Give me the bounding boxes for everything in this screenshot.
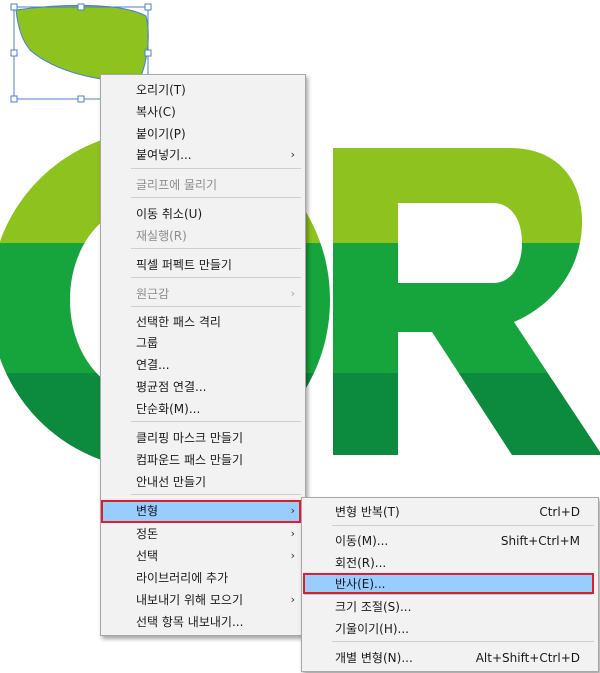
- menu-item-label: 평균점 연결...: [136, 380, 207, 394]
- menu-item-23[interactable]: 선택 항목 내보내기...: [101, 611, 305, 633]
- menu-item-6[interactable]: 이동 취소(U): [101, 203, 305, 225]
- submenu-item-2[interactable]: 이동(M)... Shift+Ctrl+M: [302, 530, 598, 552]
- submenu-item-label: 크기 조절(S)...: [335, 600, 412, 614]
- context-menu: 오리기(T) 복사(C) 붙이기(P) 붙여넣기... › 글리프에 물리기이동 취소(U…: [100, 74, 306, 636]
- menu-item-label: 원근감: [136, 287, 170, 301]
- submenu-item-7[interactable]: 개별 변형(N)... Alt+Shift+Ctrl+D: [302, 647, 598, 669]
- menu-item-label: 클리핑 마스크 만들기: [136, 431, 243, 445]
- menu-item-2[interactable]: 복사(C): [101, 101, 305, 123]
- menu-item-label: 오리기(T): [136, 83, 186, 97]
- menu-item-15[interactable]: 클리핑 마스크 만들기: [101, 427, 305, 449]
- selection-handle[interactable]: [144, 49, 152, 57]
- menu-item-10[interactable]: 선택한 패스 격리: [101, 311, 305, 333]
- transform-submenu: 변형 반복(T) Ctrl+D 이동(M)... Shift+Ctrl+M 회전(R).…: [301, 497, 599, 672]
- submenu-item-label: 변형 반복(T): [335, 505, 400, 519]
- menu-separator: [332, 641, 594, 642]
- submenu-item-shortcut: Alt+Shift+Ctrl+D: [475, 651, 580, 665]
- menu-item-label: 선택한 패스 격리: [136, 315, 221, 329]
- menu-item-label: 안내선 만들기: [136, 475, 207, 489]
- menu-item-label: 선택: [136, 549, 159, 563]
- menu-separator: [131, 306, 301, 307]
- menu-separator: [131, 277, 301, 278]
- menu-item-label: 글리프에 물리기: [136, 178, 218, 192]
- menu-item-20[interactable]: 선택 ›: [101, 545, 305, 567]
- menu-item-3[interactable]: 붙이기(P): [101, 123, 305, 145]
- selection-handle[interactable]: [144, 3, 152, 11]
- menu-item-label: 붙여넣기...: [136, 148, 192, 162]
- chevron-right-icon: ›: [290, 527, 295, 540]
- submenu-item-shortcut: Shift+Ctrl+M: [500, 534, 580, 548]
- menu-item-16[interactable]: 컴파운드 패스 만들기: [101, 449, 305, 471]
- menu-item-label: 그룹: [136, 336, 159, 350]
- chevron-right-icon: ›: [290, 148, 295, 161]
- submenu-item-5[interactable]: 크기 조절(S)...: [302, 596, 598, 618]
- menu-item-label: 단순화(M)...: [136, 402, 201, 416]
- selection-handle[interactable]: [77, 3, 85, 11]
- menu-item-7: 재실행(R): [101, 225, 305, 247]
- submenu-item-label: 기울이기(H)...: [335, 622, 409, 636]
- menu-item-label: 픽셀 퍼펙트 만들기: [136, 258, 232, 272]
- menu-item-label: 복사(C): [136, 105, 176, 119]
- menu-item-22[interactable]: 내보내기 위해 모으기 ›: [101, 589, 305, 611]
- menu-item-label: 변형: [136, 504, 159, 518]
- menu-item-1[interactable]: 오리기(T): [101, 79, 305, 101]
- submenu-item-label: 이동(M)...: [335, 534, 389, 548]
- chevron-right-icon: ›: [290, 504, 295, 517]
- submenu-item-4[interactable]: 반사(E)...: [304, 573, 592, 595]
- menu-item-11[interactable]: 그룹: [101, 332, 305, 354]
- menu-item-18[interactable]: 변형 ›: [101, 500, 305, 522]
- menu-separator: [131, 197, 301, 198]
- menu-item-4[interactable]: 붙여넣기... ›: [101, 144, 305, 166]
- submenu-item-label: 반사(E)...: [335, 577, 386, 591]
- chevron-right-icon: ›: [290, 287, 295, 300]
- menu-item-19[interactable]: 정돈 ›: [101, 523, 305, 545]
- submenu-item-1[interactable]: 변형 반복(T) Ctrl+D: [302, 501, 598, 523]
- menu-item-label: 연결...: [136, 358, 170, 372]
- submenu-item-shortcut: Ctrl+D: [539, 505, 580, 519]
- selection-handle[interactable]: [10, 3, 18, 11]
- menu-item-label: 재실행(R): [136, 229, 187, 243]
- menu-item-8[interactable]: 픽셀 퍼펙트 만들기: [101, 254, 305, 276]
- menu-item-label: 정돈: [136, 527, 159, 541]
- submenu-item-label: 회전(R)...: [335, 556, 387, 570]
- menu-item-13[interactable]: 평균점 연결...: [101, 376, 305, 398]
- submenu-item-6[interactable]: 기울이기(H)...: [302, 618, 598, 640]
- menu-separator: [131, 168, 301, 169]
- selection-handle[interactable]: [10, 49, 18, 57]
- menu-separator: [332, 525, 594, 526]
- leaf-icon[interactable]: [15, 4, 149, 83]
- menu-separator: [131, 421, 301, 422]
- chevron-right-icon: ›: [290, 549, 295, 562]
- menu-item-label: 컴파운드 패스 만들기: [136, 453, 243, 467]
- menu-separator: [131, 248, 301, 249]
- menu-item-label: 내보내기 위해 모으기: [136, 593, 243, 607]
- menu-item-label: 라이브러리에 추가: [136, 571, 229, 585]
- selection-handle[interactable]: [10, 95, 18, 103]
- menu-item-5: 글리프에 물리기: [101, 174, 305, 196]
- selection-handle[interactable]: [77, 95, 85, 103]
- menu-item-14[interactable]: 단순화(M)...: [101, 398, 305, 420]
- menu-item-21[interactable]: 라이브러리에 추가: [101, 567, 305, 589]
- submenu-item-3[interactable]: 회전(R)...: [302, 552, 598, 574]
- menu-item-label: 이동 취소(U): [136, 207, 203, 221]
- menu-separator: [131, 494, 301, 495]
- menu-item-12[interactable]: 연결...: [101, 354, 305, 376]
- submenu-item-label: 개별 변형(N)...: [335, 651, 413, 665]
- menu-item-17[interactable]: 안내선 만들기: [101, 471, 305, 493]
- menu-item-9: 원근감 ›: [101, 283, 305, 305]
- menu-item-label: 붙이기(P): [136, 127, 186, 141]
- menu-item-label: 선택 항목 내보내기...: [136, 615, 244, 629]
- chevron-right-icon: ›: [290, 593, 295, 606]
